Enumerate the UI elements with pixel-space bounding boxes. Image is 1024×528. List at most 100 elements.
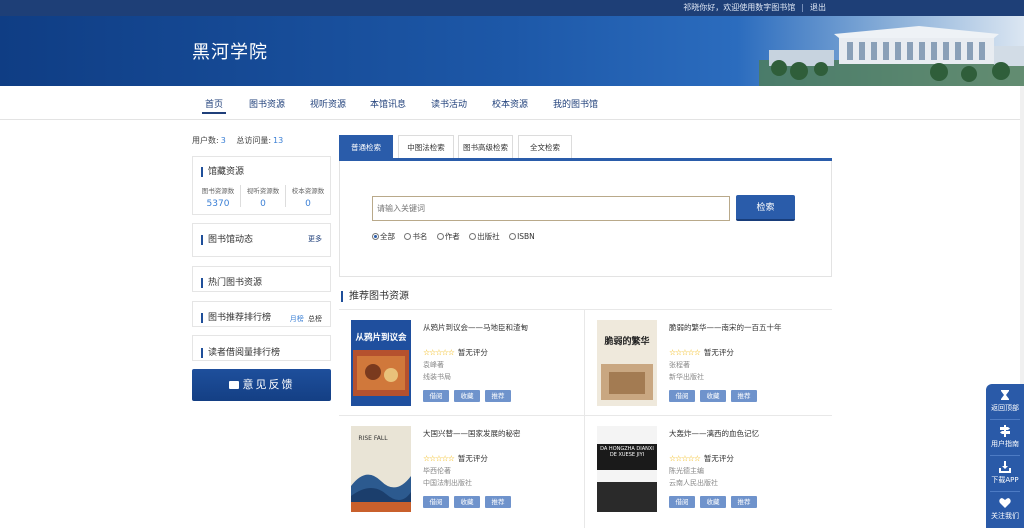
- book-actions: 借阅 收藏 推荐: [669, 390, 762, 402]
- divider: [990, 419, 1020, 420]
- news-title: 图书馆动态: [201, 235, 253, 245]
- nav-item-av[interactable]: 视听资源: [310, 97, 346, 110]
- search-input[interactable]: [372, 196, 730, 221]
- book-actions: 借阅 收藏 推荐: [423, 496, 516, 508]
- user-guide-label: 用户指南: [991, 440, 1019, 448]
- nav-item-news[interactable]: 本馆讯息: [370, 97, 406, 110]
- book-info: 大国兴替——国家发展的秘密 ☆☆☆☆☆ 暂无评分 毕西伦著 中国法制出版社: [423, 428, 573, 488]
- svg-text:从鸦片到议会: 从鸦片到议会: [355, 332, 407, 343]
- holdings-av-label: 视听资源数: [246, 187, 280, 195]
- borrow-rank-title: 读者借阅量排行榜: [201, 348, 280, 358]
- rank-monthly-tab[interactable]: 月榜: [290, 315, 304, 323]
- holdings-books[interactable]: 图书资源数 5370: [196, 185, 240, 209]
- book-author: 毕西伦著: [423, 467, 451, 475]
- borrow-button[interactable]: 借阅: [423, 390, 449, 402]
- top-user-bar: 祁晓你好，欢迎使用数字图书馆 | 退出: [0, 0, 1024, 16]
- site-stats: 用户数: 3 总访问量: 13: [192, 135, 331, 146]
- book-cover[interactable]: 从鸦片到议会: [351, 320, 411, 406]
- recommend-button[interactable]: 推荐: [485, 390, 511, 402]
- hot-books-panel: 热门图书资源: [192, 266, 331, 292]
- download-app-button[interactable]: 下载APP: [986, 461, 1024, 485]
- search-button[interactable]: 检索: [736, 195, 795, 221]
- visits-count: 13: [273, 136, 284, 145]
- book-title[interactable]: 从鸦片到议会——马地臣和渣甸: [423, 322, 573, 333]
- book-info: 从鸦片到议会——马地臣和渣甸 ☆☆☆☆☆ 暂无评分 袁峰著 线装书局: [423, 322, 573, 382]
- back-to-top-button[interactable]: 返回顶部: [986, 389, 1024, 413]
- star-rating-icon: ☆☆☆☆☆: [423, 348, 455, 357]
- feedback-label: 意见反馈: [242, 378, 295, 391]
- download-app-label: 下载APP: [991, 476, 1019, 484]
- book-cover[interactable]: DA HONGZHA DIANXI DE XUESE JIYI: [597, 426, 657, 512]
- nav-item-home[interactable]: 首页: [201, 97, 227, 114]
- site-banner: 黑河学院: [0, 16, 1024, 86]
- collect-button[interactable]: 收藏: [454, 496, 480, 508]
- left-sidebar: 用户数: 3 总访问量: 13 馆藏资源 图书资源数 5370 视听资源数 0 校本…: [192, 135, 331, 401]
- borrow-button[interactable]: 借阅: [423, 496, 449, 508]
- book-title[interactable]: 脆弱的繁华——南宋的一百五十年: [669, 322, 819, 333]
- holdings-books-label: 图书资源数: [201, 187, 235, 195]
- news-more-link[interactable]: 更多: [308, 234, 322, 244]
- search-panel: 检索 全部 书名 作者 出版社 ISBN: [339, 161, 832, 277]
- download-icon: [999, 461, 1011, 473]
- nav-item-school-resources[interactable]: 校本资源: [492, 97, 528, 110]
- book-publisher: 中国法制出版社: [423, 479, 472, 487]
- radio-title[interactable]: 书名: [404, 231, 427, 242]
- svg-text:脆弱的繁华: 脆弱的繁华: [603, 335, 649, 347]
- radio-isbn[interactable]: ISBN: [509, 232, 535, 241]
- book-cover[interactable]: RISE FALL: [351, 426, 411, 512]
- star-rating-icon: ☆☆☆☆☆: [669, 454, 701, 463]
- borrow-button[interactable]: 借阅: [669, 390, 695, 402]
- tab-advanced-search[interactable]: 图书高级检索: [458, 135, 513, 158]
- rank-total-tab[interactable]: 总榜: [308, 315, 322, 323]
- borrow-button[interactable]: 借阅: [669, 496, 695, 508]
- book-cover[interactable]: 脆弱的繁华: [597, 320, 657, 406]
- book-card: DA HONGZHA DIANXI DE XUESE JIYI 大轰炸——漓西的…: [585, 416, 825, 516]
- holdings-books-value: 5370: [206, 199, 230, 209]
- users-label: 用户数:: [192, 136, 219, 145]
- collect-button[interactable]: 收藏: [700, 496, 726, 508]
- site-title: 黑河学院: [192, 42, 268, 63]
- tab-basic-search[interactable]: 普通检索: [339, 135, 393, 158]
- holdings-av[interactable]: 视听资源数 0: [241, 185, 285, 209]
- book-title[interactable]: 大国兴替——国家发展的秘密: [423, 428, 573, 439]
- book-author: 张程著: [669, 361, 690, 369]
- book-author: 陈光德主编: [669, 467, 704, 475]
- holdings-panel: 馆藏资源 图书资源数 5370 视听资源数 0 校本资源数 0: [192, 156, 331, 215]
- nav-item-books[interactable]: 图书资源: [249, 97, 285, 110]
- tab-clc-search[interactable]: 中图法检索: [398, 135, 454, 158]
- collect-button[interactable]: 收藏: [454, 390, 480, 402]
- tab-fulltext-search[interactable]: 全文检索: [518, 135, 572, 158]
- heart-icon: [999, 498, 1011, 508]
- chat-icon: [228, 381, 239, 389]
- radio-all[interactable]: 全部: [372, 231, 395, 242]
- book-publisher: 线装书局: [423, 373, 451, 381]
- logout-link[interactable]: 退出: [810, 3, 826, 12]
- feedback-button[interactable]: 意见反馈: [192, 369, 331, 401]
- book-rating: ☆☆☆☆☆ 暂无评分: [669, 348, 734, 357]
- nav-item-activities[interactable]: 读书活动: [431, 97, 467, 110]
- book-title[interactable]: 大轰炸——漓西的血色记忆: [669, 428, 819, 439]
- recommend-rank-title: 图书推荐排行榜: [201, 313, 271, 323]
- follow-us-button[interactable]: 关注我们: [986, 497, 1024, 521]
- holdings-school[interactable]: 校本资源数 0: [286, 185, 330, 209]
- recommend-grid: 从鸦片到议会 从鸦片到议会——马地臣和渣甸 ☆☆☆☆☆ 暂无评分 袁峰著 线装书局…: [339, 309, 832, 528]
- radio-author[interactable]: 作者: [436, 231, 460, 242]
- collect-button[interactable]: 收藏: [700, 390, 726, 402]
- library-building-image: [759, 26, 1024, 86]
- nav-item-my-library[interactable]: 我的图书馆: [553, 97, 598, 110]
- book-rating: ☆☆☆☆☆ 暂无评分: [669, 454, 734, 463]
- visits-label: 总访问量:: [236, 136, 272, 145]
- recommend-rank-panel: 图书推荐排行榜 月榜 总榜: [192, 301, 331, 327]
- users-count: 3: [220, 136, 226, 145]
- holdings-school-label: 校本资源数: [291, 187, 325, 195]
- search-section: 普通检索 中图法检索 图书高级检索 全文检索 检索 全部 书名 作者 出版社 I…: [339, 135, 832, 277]
- radio-publisher[interactable]: 出版社: [469, 231, 500, 242]
- recommend-button[interactable]: 推荐: [485, 496, 511, 508]
- recommend-button[interactable]: 推荐: [731, 496, 757, 508]
- back-to-top-label: 返回顶部: [991, 404, 1019, 412]
- user-guide-button[interactable]: 用户指南: [986, 425, 1024, 449]
- book-actions: 借阅 收藏 推荐: [669, 496, 762, 508]
- book-publisher: 云南人民出版社: [669, 479, 718, 487]
- holdings-av-value: 0: [260, 199, 266, 209]
- recommend-button[interactable]: 推荐: [731, 390, 757, 402]
